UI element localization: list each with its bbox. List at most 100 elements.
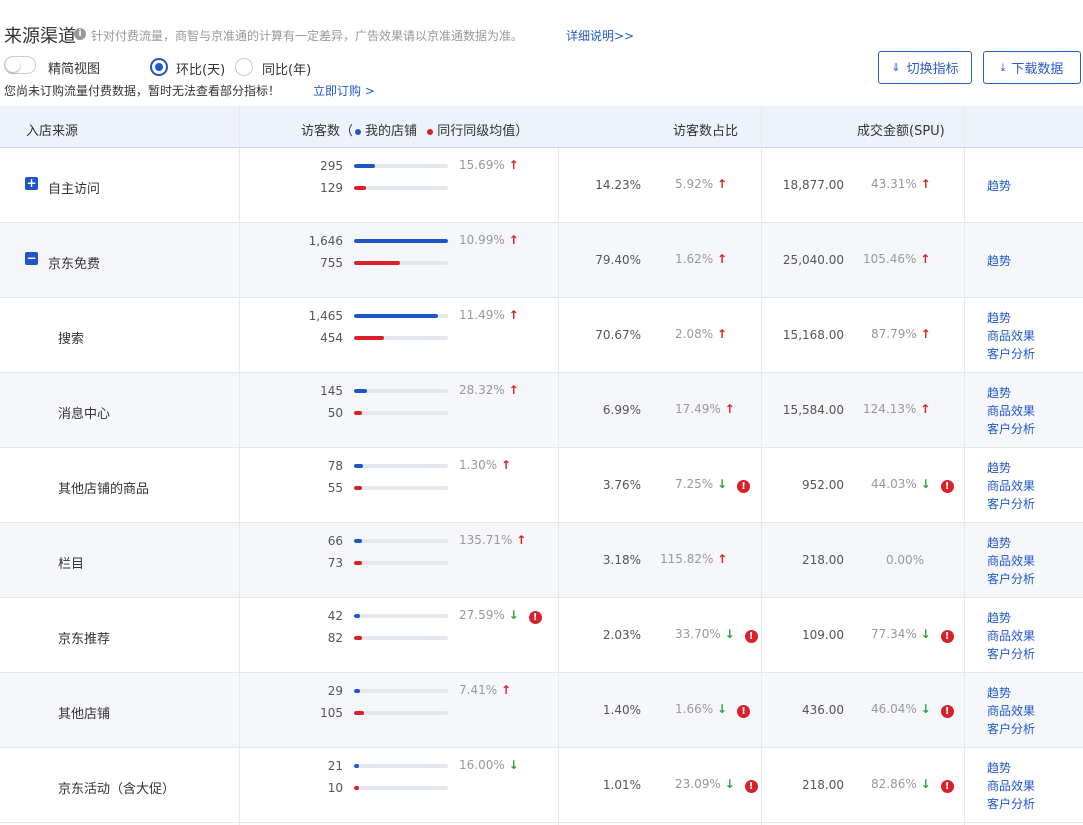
download-button[interactable]: ⤓ 下载数据 — [983, 51, 1081, 84]
visitors-peer-bar — [354, 561, 448, 565]
share-change: 5.92% ↑ — [675, 177, 727, 191]
trend-link[interactable]: 趋势 — [987, 684, 1035, 702]
trend-link[interactable]: 趋势 — [987, 459, 1035, 477]
column-divider — [239, 106, 240, 825]
product-effect-link[interactable]: 商品效果 — [987, 627, 1035, 645]
visitors-mine-bar — [354, 539, 448, 543]
simple-view-toggle[interactable] — [4, 56, 36, 74]
product-effect-link[interactable]: 商品效果 — [987, 777, 1035, 795]
page-header: 来源渠道 i 针对付费流量，商智与京准通的计算有一定差异，广告效果请以京准通数据… — [0, 0, 1083, 106]
share-change-value: 115.82% — [660, 552, 714, 566]
radio-day-label[interactable]: 环比(天) — [176, 59, 225, 78]
visitors-peer: 129 — [320, 181, 343, 195]
warning-icon[interactable]: ! — [737, 705, 751, 718]
visitors-mine: 78 — [327, 459, 343, 473]
switch-metrics-label: 切换指标 — [906, 62, 959, 77]
product-effect-link[interactable]: 商品效果 — [987, 702, 1035, 720]
arrow-up-icon: ↑ — [920, 327, 931, 341]
legend-mine-dot — [355, 128, 362, 135]
warning-icon[interactable]: ! — [737, 480, 751, 493]
visitor-share: 3.76% — [602, 478, 641, 492]
trend-link[interactable]: 趋势 — [987, 609, 1035, 627]
warning-icon[interactable]: ! — [528, 611, 542, 624]
visitors-change: 10.99% ↑ — [459, 233, 519, 247]
customer-analysis-link[interactable]: 客户分析 — [987, 495, 1035, 513]
action-links: 趋势 商品效果 客户分析 — [987, 534, 1035, 588]
arrow-up-icon: ↑ — [716, 327, 728, 341]
visitor-share: 1.40% — [602, 703, 641, 717]
trend-link[interactable]: 趋势 — [987, 384, 1035, 402]
visitors-change-value: 15.69% — [459, 158, 505, 172]
arrow-down-icon: ↓ — [724, 627, 735, 641]
product-effect-link[interactable]: 商品效果 — [987, 327, 1035, 345]
product-effect-link[interactable]: 商品效果 — [987, 402, 1035, 420]
visitors-change-value: 1.30% — [459, 458, 498, 472]
action-links: 趋势 商品效果 客户分析 — [987, 384, 1035, 438]
warning-icon[interactable]: ! — [940, 480, 954, 493]
amount-change: 44.03% ↓! — [871, 477, 954, 493]
amount-change-value: 82.86% — [871, 777, 917, 791]
action-links: 趋势 商品效果 客户分析 — [987, 459, 1035, 513]
warning-icon[interactable]: ! — [744, 780, 758, 793]
share-change: 1.66% ↓! — [675, 702, 751, 718]
visitors-change-value: 16.00% — [459, 758, 505, 772]
customer-analysis-link[interactable]: 客户分析 — [987, 795, 1035, 813]
customer-analysis-link[interactable]: 客户分析 — [987, 345, 1035, 363]
mine-bar-fill — [354, 164, 375, 168]
warning-icon[interactable]: ! — [940, 630, 954, 643]
header-visitors: 访客数（ 我的店铺 同行同级均值） — [301, 120, 528, 139]
trend-link[interactable]: 趋势 — [987, 177, 1011, 195]
arrow-down-icon: ↓ — [724, 777, 735, 791]
customer-analysis-link[interactable]: 客户分析 — [987, 645, 1035, 663]
download-icon: ⤓ — [1000, 60, 1006, 74]
trend-link[interactable]: 趋势 — [987, 759, 1035, 777]
amount-change: 105.46% ↑ — [863, 252, 930, 266]
radio-day[interactable] — [150, 58, 168, 76]
customer-analysis-link[interactable]: 客户分析 — [987, 420, 1035, 438]
warning-icon[interactable]: ! — [940, 780, 954, 793]
peer-bar-fill — [354, 336, 385, 340]
detail-link[interactable]: 详细说明>> — [566, 27, 634, 44]
action-links: 趋势 商品效果 客户分析 — [987, 609, 1035, 663]
info-icon[interactable]: i — [74, 28, 86, 40]
trend-link[interactable]: 趋势 — [987, 252, 1011, 270]
share-change: 115.82% ↑ — [660, 552, 727, 566]
source-name: 搜索 — [58, 332, 85, 347]
header-source: 入店来源 — [26, 124, 79, 139]
expand-icon[interactable]: + — [25, 177, 38, 190]
visitors-mine-bar — [354, 614, 448, 618]
visitor-share: 1.01% — [602, 778, 641, 792]
source-name: 栏目 — [58, 557, 85, 572]
visitors-peer: 50 — [327, 406, 343, 420]
warning-icon[interactable]: ! — [744, 630, 758, 643]
radio-year-label[interactable]: 同比(年) — [262, 59, 311, 78]
arrow-down-icon: ↓ — [716, 702, 728, 716]
source-name: 其他店铺 — [58, 707, 111, 722]
order-link[interactable]: 立即订购 > — [313, 82, 375, 99]
action-links: 趋势 — [987, 177, 1011, 195]
visitors-peer: 10 — [327, 781, 343, 795]
deal-amount: 15,168.00 — [782, 328, 844, 342]
visitors-change-value: 28.32% — [459, 383, 505, 397]
arrow-up-icon: ↑ — [920, 177, 931, 191]
visitor-share: 79.40% — [595, 253, 641, 267]
visitors-mine: 1,646 — [308, 234, 343, 248]
product-effect-link[interactable]: 商品效果 — [987, 477, 1035, 495]
visitors-mine-bar — [354, 389, 448, 393]
arrow-up-icon: ↑ — [508, 158, 519, 172]
switch-metrics-button[interactable]: ⇓ 切换指标 — [878, 51, 972, 84]
product-effect-link[interactable]: 商品效果 — [987, 552, 1035, 570]
amount-change: 82.86% ↓! — [871, 777, 954, 793]
trend-link[interactable]: 趋势 — [987, 534, 1035, 552]
radio-year[interactable] — [235, 58, 253, 76]
warning-icon[interactable]: ! — [940, 705, 954, 718]
arrow-up-icon: ↑ — [500, 458, 512, 472]
customer-analysis-link[interactable]: 客户分析 — [987, 570, 1035, 588]
trend-link[interactable]: 趋势 — [987, 309, 1035, 327]
collapse-icon[interactable]: − — [25, 252, 38, 265]
customer-analysis-link[interactable]: 客户分析 — [987, 720, 1035, 738]
arrow-up-icon: ↑ — [508, 383, 519, 397]
visitors-change-value: 10.99% — [459, 233, 505, 247]
deal-amount: 109.00 — [802, 628, 844, 642]
arrow-up-icon: ↑ — [516, 533, 527, 547]
